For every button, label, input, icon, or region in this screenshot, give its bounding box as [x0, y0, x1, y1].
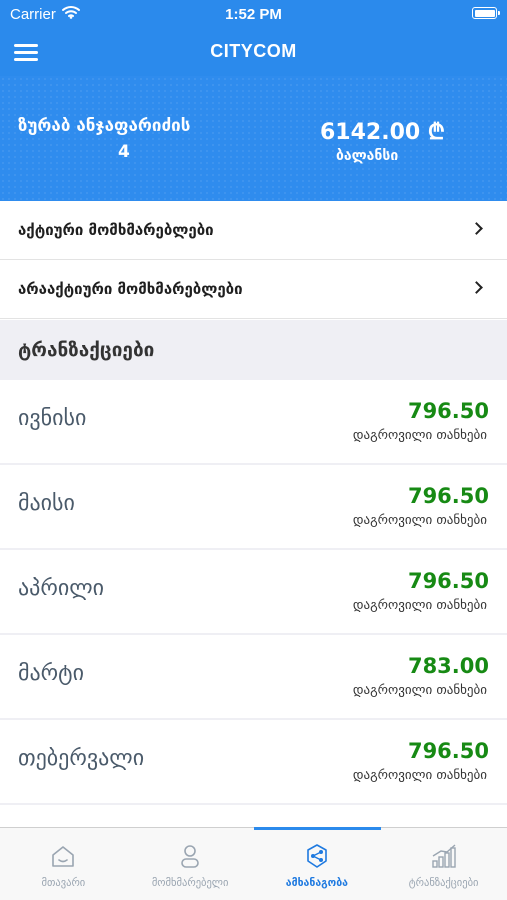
transaction-amount: 796.50: [407, 399, 489, 423]
transaction-row[interactable]: მაისი 796.50 დაგროვილი თანხები: [0, 465, 507, 548]
tab-partnership[interactable]: ამხანაგობა: [254, 828, 381, 900]
tab-user-label: მომხმარებელი: [151, 877, 229, 889]
balance-label: ბალანსი: [336, 148, 399, 164]
transaction-month: აპრილი: [18, 576, 105, 601]
status-bar: Carrier 1:52 PM: [0, 0, 507, 28]
inactive-users-label: არააქტიური მომხმარებლები: [18, 280, 243, 298]
transaction-amount: 783.00: [407, 654, 489, 678]
inactive-users-row[interactable]: არააქტიური მომხმარებლები: [0, 260, 507, 319]
transactions-section-header: ტრანზაქციები: [0, 320, 507, 380]
navigation-bar: CITYCOM: [0, 28, 507, 76]
transaction-note: დაგროვილი თანხები: [352, 513, 487, 528]
tab-transactions-label: ტრანზაქციები: [408, 877, 479, 889]
account-banner: ზურაბ ანჯაფარიძის 4 6142.00 ₾ ბალანსი: [0, 76, 507, 201]
chevron-right-icon: [470, 281, 483, 294]
transaction-note: დაგროვილი თანხები: [352, 768, 487, 783]
transaction-row[interactable]: თებერვალი 796.50 დაგროვილი თანხები: [0, 720, 507, 803]
transaction-row-partial[interactable]: [0, 805, 507, 827]
tab-home[interactable]: მთავარი: [0, 828, 127, 900]
active-users-label: აქტიური მომხმარებლები: [18, 221, 214, 239]
transaction-note: დაგროვილი თანხები: [352, 683, 487, 698]
account-holder-name: ზურაბ ანჯაფარიძის: [18, 116, 191, 136]
transaction-month: თებერვალი: [18, 746, 145, 771]
bar-chart-icon: [430, 842, 458, 870]
active-users-row[interactable]: აქტიური მომხმარებლები: [0, 201, 507, 260]
transactions-list[interactable]: ივნისი 796.50 დაგროვილი თანხები მაისი 79…: [0, 380, 507, 827]
battery-icon: [472, 7, 500, 19]
transactions-section-title: ტრანზაქციები: [18, 339, 155, 361]
balance-amount: 6142.00 ₾: [320, 120, 445, 145]
chevron-right-icon: [470, 222, 483, 235]
tab-partnership-label: ამხანაგობა: [285, 877, 348, 889]
transaction-note: დაგროვილი თანხები: [352, 428, 487, 443]
tab-bar: მთავარი მომხმარებელი ამხანაგობა ტრანზაქც…: [0, 827, 507, 900]
transaction-month: მარტი: [18, 661, 84, 686]
home-icon: [49, 842, 77, 870]
tab-transactions[interactable]: ტრანზაქციები: [380, 828, 507, 900]
share-icon: [303, 842, 331, 870]
transaction-row[interactable]: აპრილი 796.50 დაგროვილი თანხები: [0, 550, 507, 633]
status-time: 1:52 PM: [225, 6, 282, 23]
transaction-note: დაგროვილი თანხები: [352, 598, 487, 613]
transaction-amount: 796.50: [407, 739, 489, 763]
user-icon: [176, 842, 204, 870]
transaction-amount: 796.50: [407, 484, 489, 508]
transaction-row[interactable]: მარტი 783.00 დაგროვილი თანხები: [0, 635, 507, 718]
transaction-month: ივნისი: [18, 406, 87, 431]
tab-home-label: მთავარი: [41, 877, 86, 889]
tab-user[interactable]: მომხმარებელი: [127, 828, 254, 900]
transaction-month: მაისი: [18, 491, 75, 516]
transaction-amount: 796.50: [407, 569, 489, 593]
account-number: 4: [118, 142, 130, 162]
app-title: CITYCOM: [210, 41, 297, 61]
transaction-row[interactable]: ივნისი 796.50 დაგროვილი თანხები: [0, 380, 507, 463]
